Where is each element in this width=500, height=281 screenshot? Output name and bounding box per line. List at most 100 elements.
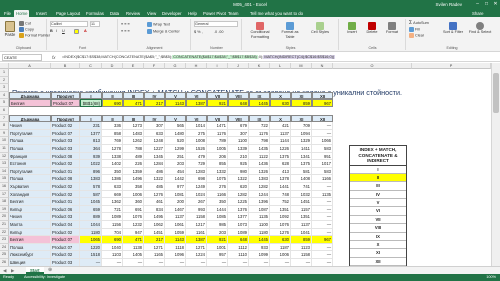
table-cell[interactable]: 1262 [123, 137, 144, 145]
table-cell[interactable]: 789 [207, 137, 228, 145]
result-box-item[interactable]: I [350, 166, 406, 174]
table-row-country[interactable]: Полша [9, 243, 51, 252]
table-cell[interactable]: 203 [165, 160, 186, 168]
table-cell[interactable]: 690 [102, 236, 123, 244]
table-cell[interactable]: 1526 [186, 145, 207, 153]
table-cell[interactable]: 1248 [144, 137, 165, 145]
table-cell[interactable]: 1143 [165, 236, 186, 244]
table-cell[interactable]: 1059 [165, 228, 186, 237]
table-cell[interactable]: 1339 [228, 145, 249, 153]
table-cell[interactable]: 704 [102, 228, 123, 237]
table-cell[interactable]: 1158 [291, 251, 312, 259]
table-cell[interactable]: 1062 [144, 221, 165, 229]
table-cell[interactable]: 1332 [207, 167, 228, 176]
table-cell[interactable]: 939 [80, 152, 102, 161]
table-cell[interactable]: 1283 [186, 167, 207, 176]
table-cell[interactable]: 1100 [228, 137, 249, 145]
table-cell[interactable]: 336 [102, 122, 123, 130]
row-header-11[interactable]: 11 [0, 145, 9, 153]
table-cell[interactable]: 993 [186, 205, 207, 214]
table-cell[interactable]: 1387 [186, 236, 207, 244]
table-cell[interactable]: 1480 [165, 129, 186, 138]
tell-me-search[interactable]: Tell me what you want to do [248, 10, 305, 17]
table-cell[interactable]: 1065 [80, 236, 102, 244]
table-cell[interactable]: 1066 [312, 137, 333, 145]
table-cell[interactable]: 957 [207, 251, 228, 259]
table-cell[interactable]: — [312, 213, 333, 221]
table-cell[interactable]: 1041 [291, 228, 312, 237]
top-header-month-11[interactable]: XI [291, 91, 312, 100]
row-header-21[interactable]: 21 [0, 221, 9, 229]
sheet-nav-left-icon[interactable]: ◀ [3, 267, 6, 274]
table-cell[interactable]: 1444 [207, 205, 228, 214]
table-cell[interactable]: 1176 [207, 129, 228, 138]
table-header-month-7[interactable]: VII [207, 114, 228, 123]
table-cell[interactable]: 1378 [270, 175, 291, 183]
table-cell[interactable]: 1180 [249, 228, 270, 237]
row-header-15[interactable]: 15 [0, 175, 9, 183]
cut-button[interactable]: Cut [19, 21, 31, 27]
table-cell[interactable]: 1351 [291, 213, 312, 221]
table-cell[interactable]: 679 [228, 122, 249, 130]
top-header-month-7[interactable]: VII [207, 91, 228, 100]
number-format-select[interactable]: General [194, 21, 238, 27]
top-row-value[interactable]: 471 [123, 99, 144, 107]
format-as-table-button[interactable]: Format as Table [277, 22, 303, 40]
tab-formulas[interactable]: Formulas [84, 10, 106, 17]
table-cell[interactable]: — [312, 243, 333, 252]
table-cell[interactable]: 413 [270, 167, 291, 176]
table-cell[interactable]: 1383 [249, 175, 270, 183]
table-header-country[interactable]: Държава [9, 114, 51, 123]
row-header-23[interactable]: 23 [0, 236, 9, 244]
table-cell[interactable]: 1157 [291, 205, 312, 214]
table-row-country[interactable]: Полша [9, 137, 51, 145]
table-cell[interactable]: 360 [123, 198, 144, 206]
table-cell[interactable]: 1220 [80, 243, 102, 252]
table-cell[interactable]: — [312, 228, 333, 237]
result-box-item[interactable]: XII [350, 258, 406, 267]
table-cell[interactable]: 1483 [123, 129, 144, 138]
top-row-value[interactable]: 859 [291, 99, 312, 107]
table-row-product[interactable]: Product 03 [51, 137, 80, 145]
column-header-i[interactable]: I [207, 63, 228, 69]
table-cell[interactable]: 1158 [186, 213, 207, 221]
font-color-button[interactable]: A [84, 29, 87, 34]
table-cell[interactable]: 951 [312, 152, 333, 161]
result-box-item[interactable]: IX [350, 233, 406, 242]
result-box-item[interactable]: VIII [350, 224, 406, 233]
table-cell[interactable]: 1376 [228, 205, 249, 214]
table-cell[interactable]: 985 [207, 221, 228, 229]
table-cell[interactable]: 1341 [291, 152, 312, 161]
column-header-j[interactable]: J [228, 63, 249, 69]
table-row-product[interactable]: Product 02 [51, 190, 80, 199]
top-row-country[interactable]: Белгия [9, 99, 51, 107]
table-cell[interactable]: 722 [249, 122, 270, 130]
top-header-month-9[interactable]: IX [249, 91, 270, 100]
paste-button[interactable]: Paste [3, 21, 17, 37]
table-cell[interactable]: 1271 [144, 243, 165, 252]
table-cell[interactable]: 350 [102, 167, 123, 176]
table-cell[interactable]: 1345 [144, 152, 165, 161]
table-row-country[interactable]: Португалия [9, 129, 51, 138]
share-button[interactable]: Share [470, 10, 485, 17]
table-row-product[interactable]: Product 02 [51, 122, 80, 130]
table-header-month-2[interactable]: II [102, 114, 123, 123]
sheet-tab-start[interactable]: Start [26, 267, 44, 274]
worksheet-grid[interactable]: Пример с класическа комбинация INDEX + M… [0, 63, 491, 266]
table-cell[interactable]: 1156 [102, 221, 123, 229]
result-box-item[interactable]: VI [350, 207, 406, 216]
row-header-14[interactable]: 14 [0, 167, 9, 176]
table-cell[interactable]: 1076 [123, 213, 144, 221]
table-cell[interactable]: 1322 [228, 175, 249, 183]
row-header-20[interactable]: 20 [0, 213, 9, 221]
table-cell[interactable]: 1227 [144, 145, 165, 153]
table-cell[interactable]: 1087 [249, 205, 270, 214]
underline-button[interactable]: U [62, 29, 65, 34]
table-header-month-12[interactable]: XII [312, 114, 333, 123]
row-header-24[interactable]: 24 [0, 243, 9, 252]
table-cell[interactable]: 1282 [249, 183, 270, 191]
table-cell[interactable]: 721 [102, 205, 123, 214]
result-box-item[interactable]: III [350, 182, 406, 191]
table-cell[interactable]: 479 [186, 152, 207, 161]
table-cell[interactable]: 350 [207, 198, 228, 206]
